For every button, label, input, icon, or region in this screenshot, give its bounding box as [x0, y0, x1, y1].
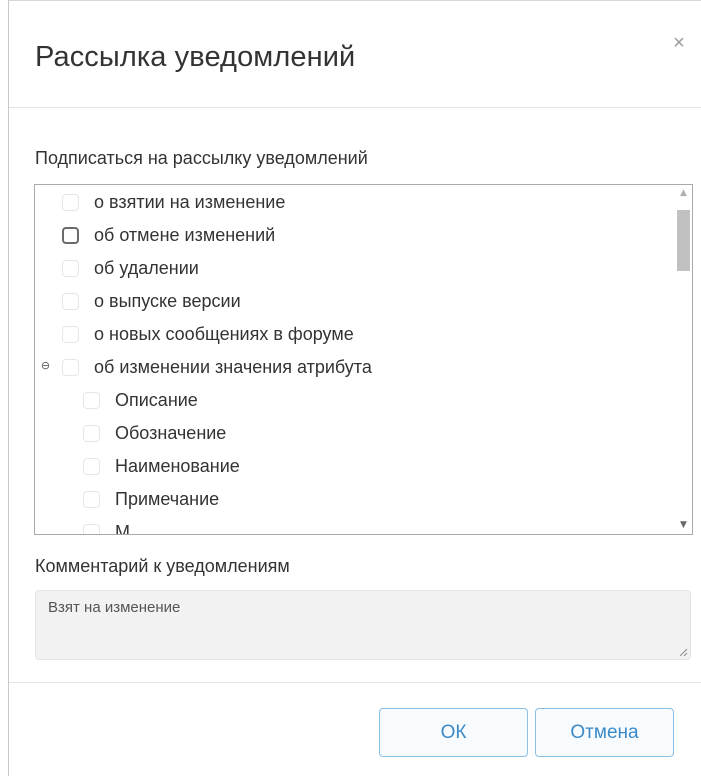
- tree-item[interactable]: об изменении значения атрибута: [62, 351, 372, 383]
- item-label: об удалении: [94, 257, 199, 278]
- tree-item[interactable]: о взятии на изменение: [62, 186, 285, 218]
- scroll-thumb[interactable]: [677, 210, 690, 271]
- tree-item[interactable]: Описание: [83, 384, 198, 416]
- tree-scrollbar[interactable]: ▲ ▼: [675, 185, 692, 534]
- scroll-up-icon[interactable]: ▲: [675, 185, 692, 202]
- item-label: М: [115, 521, 130, 535]
- item-checkbox[interactable]: [62, 193, 79, 211]
- item-label: об изменении значения атрибута: [94, 356, 372, 377]
- tree-item[interactable]: об удалении: [62, 252, 199, 284]
- item-label: Обозначение: [115, 422, 227, 443]
- tree-item[interactable]: Примечание: [83, 483, 219, 515]
- notification-tree[interactable]: о взятии на изменение об отмене изменений…: [34, 184, 693, 535]
- item-label: о взятии на изменение: [94, 191, 286, 212]
- tree-item[interactable]: М: [83, 516, 130, 534]
- dialog-title: Рассылка уведомлений: [35, 41, 356, 73]
- tree-item[interactable]: Наименование: [83, 450, 240, 482]
- close-icon[interactable]: ×: [667, 31, 691, 55]
- item-checkbox[interactable]: [62, 292, 79, 310]
- item-checkbox[interactable]: [62, 325, 79, 343]
- tree-item[interactable]: Обозначение: [83, 417, 226, 449]
- item-checkbox[interactable]: [62, 259, 79, 277]
- item-checkbox[interactable]: [83, 391, 100, 409]
- tree-item[interactable]: об отмене изменений: [62, 219, 275, 251]
- subscribe-label: Подписаться на рассылку уведомлений: [35, 148, 368, 168]
- item-label: об отмене изменений: [94, 224, 276, 245]
- notification-dialog: Рассылка уведомлений × Подписаться на ра…: [8, 0, 701, 776]
- ok-button[interactable]: ОК: [379, 708, 528, 757]
- comment-textarea[interactable]: Взят на изменение: [35, 590, 691, 660]
- scroll-down-icon[interactable]: ▼: [675, 517, 692, 534]
- item-checkbox[interactable]: [83, 424, 100, 442]
- item-checkbox[interactable]: [83, 457, 100, 475]
- item-checkbox[interactable]: [83, 523, 100, 534]
- resize-grip-icon[interactable]: [678, 647, 688, 657]
- dialog-header: Рассылка уведомлений ×: [9, 1, 701, 108]
- item-label: Наименование: [115, 455, 240, 476]
- item-checkbox[interactable]: [62, 226, 79, 244]
- item-label: Примечание: [115, 488, 220, 509]
- dialog-footer: ОК Отмена: [9, 682, 701, 776]
- item-label: о выпуске версии: [94, 290, 241, 311]
- item-label: о новых сообщениях в форуме: [94, 323, 354, 344]
- tree-item[interactable]: о выпуске версии: [62, 285, 241, 317]
- notification-tree-items: о взятии на изменение об отмене изменений…: [35, 185, 675, 534]
- cancel-button[interactable]: Отмена: [535, 708, 674, 757]
- item-label: Описание: [115, 389, 198, 410]
- item-checkbox[interactable]: [83, 490, 100, 508]
- collapse-icon[interactable]: ⊖: [39, 360, 52, 374]
- comment-text: Взят на изменение: [48, 599, 181, 616]
- comment-label: Комментарий к уведомлениям: [35, 556, 290, 576]
- item-checkbox[interactable]: [62, 358, 79, 376]
- tree-item[interactable]: о новых сообщениях в форуме: [62, 318, 354, 350]
